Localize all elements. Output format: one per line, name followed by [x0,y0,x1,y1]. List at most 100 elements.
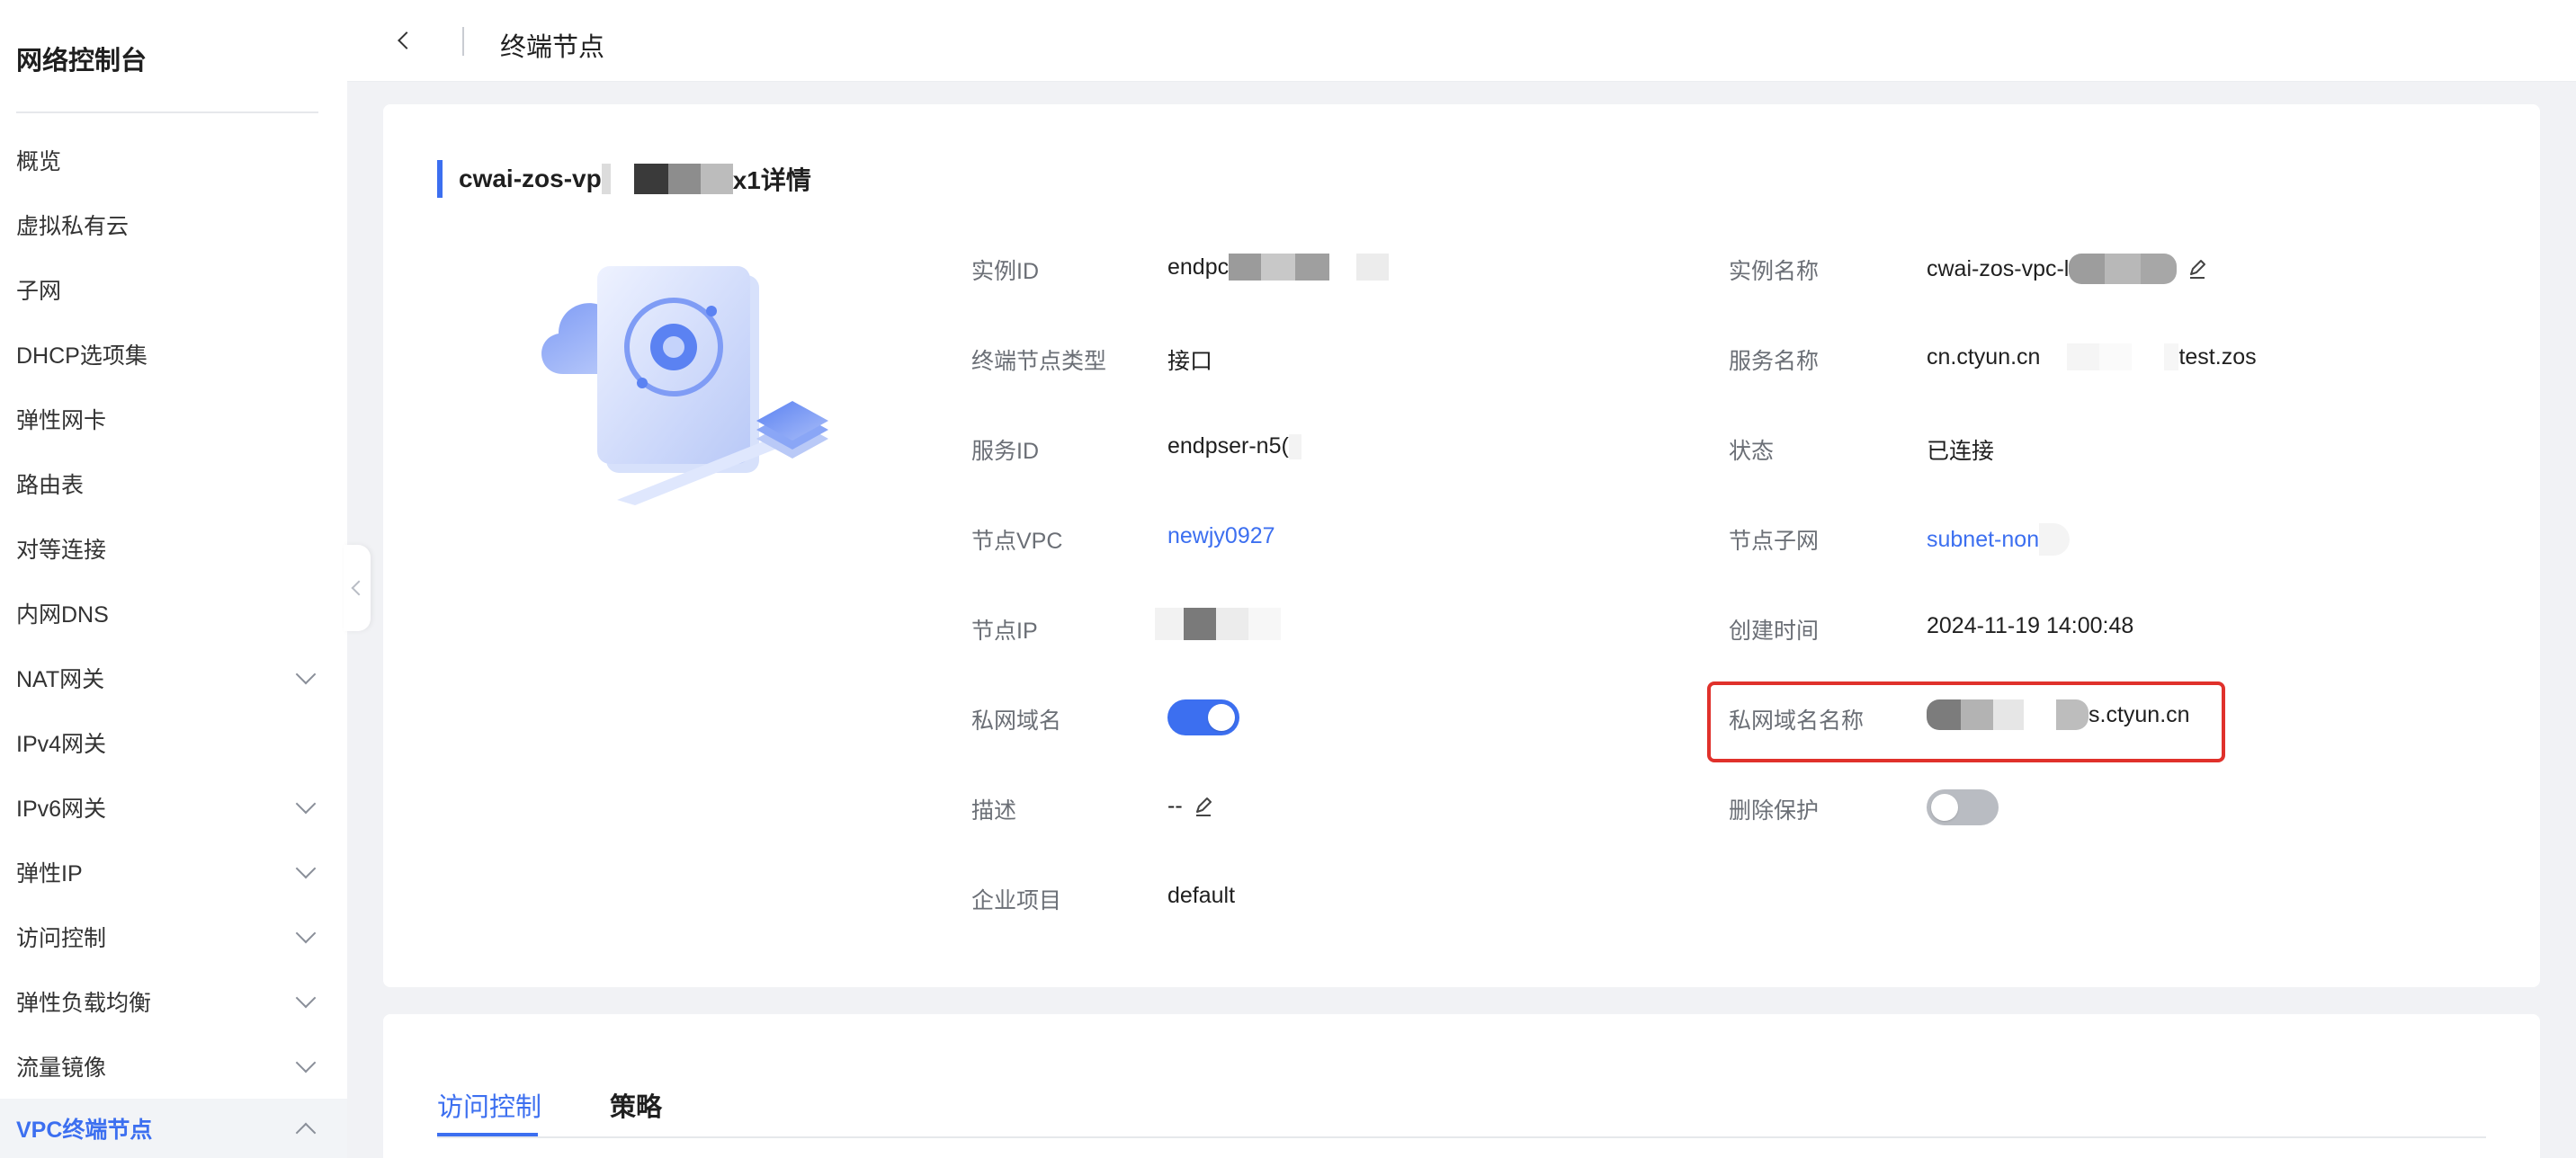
sidebar-item-vpc-endpoint[interactable]: VPC终端节点 [0,1099,347,1158]
sidebar-item-label: 流量镜像 [16,1056,107,1081]
sidebar-item-label: 对等连接 [16,538,107,563]
instance-id-value: endpc [1167,254,1390,281]
description-label: 描述 [971,798,1017,824]
delete-protection-label: 删除保护 [1729,798,1820,824]
header-divider [462,27,464,56]
chevron-left-icon [398,31,416,49]
detail-title-suffix: x1详情 [732,166,811,194]
node-subnet-label: 节点子网 [1729,529,1820,554]
enterprise-project-value: default [1167,883,1236,908]
sidebar-item-label: 路由表 [16,473,85,498]
sidebar-item-label: NAT网关 [16,667,105,692]
status-label: 状态 [1729,439,1775,464]
active-tab-indicator [437,1133,538,1136]
node-subnet-value: subnet-non [1927,523,2071,556]
sidebar-item-private-dns[interactable]: 内网DNS [0,581,347,646]
collapse-arrow-icon [351,580,367,596]
service-name-prefix: cn.ctyun.cn [1927,343,2041,370]
sidebar-item-dhcp[interactable]: DHCP选项集 [0,322,347,387]
node-vpc-link[interactable]: newjy0927 [1167,523,1275,549]
sidebar-item-ipv4-gateway[interactable]: IPv4网关 [0,710,347,775]
tabs-baseline [437,1136,2486,1138]
sidebar-item-label: IPv6网关 [16,797,107,822]
sidebar-item-label: 访问控制 [16,926,107,951]
sidebar-item-label: 内网DNS [16,602,109,628]
endpoint-type-label: 终端节点类型 [971,349,1107,374]
node-vpc-label: 节点VPC [971,529,1063,554]
tabs-card: 访问控制 策略 [383,1014,2540,1158]
sidebar-item-subnet[interactable]: 子网 [0,257,347,322]
description-value: -- [1167,793,1215,819]
console-title: 网络控制台 [16,47,148,76]
sidebar-item-label: IPv4网关 [16,732,107,757]
description-text: -- [1167,793,1183,818]
toggle-knob [1208,704,1235,731]
highlight-annotation-box [1707,681,2225,762]
sidebar-item-ipv6-gateway[interactable]: IPv6网关 [0,775,347,840]
private-dns-toggle[interactable] [1167,699,1239,735]
redacted-mosaic [1229,254,1390,281]
node-subnet-link[interactable]: subnet-non [1927,527,2039,553]
sidebar-item-label: 弹性负载均衡 [16,991,152,1016]
tab-policy[interactable]: 策略 [610,1086,662,1124]
created-at-value: 2024-11-19 14:00:48 [1927,613,2134,638]
chevron-down-icon [295,664,317,685]
redacted-mosaic [601,164,733,194]
sidebar-item-traffic-mirror[interactable]: 流量镜像 [0,1034,347,1099]
service-name-suffix: test.zos [2178,343,2257,370]
service-id-label: 服务ID [971,439,1040,464]
redacted-mosaic [1155,608,1281,640]
private-dns-label: 私网域名 [971,708,1062,734]
sidebar-item-label: 子网 [16,279,62,304]
sidebar-item-label: 弹性网卡 [16,408,107,433]
back-button[interactable] [390,27,417,54]
sidebar-divider [16,111,318,113]
title-accent-bar [437,160,443,198]
sidebar-item-label: 弹性IP [16,861,83,886]
detail-title: cwai-zos-vp x1详情 [437,160,811,198]
sidebar-item-label: 虚拟私有云 [16,214,130,239]
chevron-down-icon [295,922,317,944]
sidebar-item-access-control[interactable]: 访问控制 [0,904,347,969]
sidebar-item-label: 概览 [16,149,62,174]
enterprise-project-label: 企业项目 [971,888,1062,913]
sidebar-item-nat-gateway[interactable]: NAT网关 [0,646,347,710]
sidebar-item-elb[interactable]: 弹性负载均衡 [0,969,347,1034]
detail-title-prefix: cwai-zos-vp [459,165,602,192]
created-at-label: 创建时间 [1729,619,1820,644]
node-ip-label: 节点IP [971,619,1038,644]
sidebar-item-eni[interactable]: 弹性网卡 [0,387,347,451]
endpoint-type-value: 接口 [1167,349,1213,374]
sidebar-item-overview[interactable]: 概览 [0,128,347,192]
service-id-value: endpser-n5( [1167,433,1301,459]
edit-icon[interactable] [1192,795,1215,818]
redacted-mosaic [2069,254,2178,284]
node-ip-value [1155,608,1281,640]
sidebar-item-peering[interactable]: 对等连接 [0,516,347,581]
sidebar-item-vpc[interactable]: 虚拟私有云 [0,192,347,257]
page-title: 终端节点 [500,33,605,62]
redacted-mosaic [1288,433,1301,459]
instance-id-label: 实例ID [971,259,1040,284]
edit-icon[interactable] [2186,257,2209,281]
endpoint-illustration [541,266,828,505]
instance-name-label: 实例名称 [1729,259,1820,284]
page-header: 终端节点 [347,0,2576,81]
tab-access-control[interactable]: 访问控制 [437,1086,541,1124]
status-value: 已连接 [1927,439,1995,464]
detail-card: cwai-zos-vp x1详情 实例ID endpc 终端节点类型 接口 服务… [383,104,2540,987]
sidebar-item-eip[interactable]: 弹性IP [0,840,347,904]
instance-name-value: cwai-zos-vpc-l [1927,254,2209,284]
sidebar-item-route-table[interactable]: 路由表 [0,451,347,516]
redacted-mosaic [2040,343,2179,370]
instance-id-text: endpc [1167,254,1230,280]
service-id-text: endpser-n5( [1167,433,1289,459]
service-name-value: cn.ctyun.cn test.zos [1927,343,2257,370]
chevron-down-icon [295,987,317,1009]
toggle-knob [1931,794,1958,821]
delete-protection-toggle[interactable] [1927,789,1999,825]
redacted-mosaic [2039,523,2071,556]
service-name-label: 服务名称 [1729,349,1820,374]
sidebar-collapse-button[interactable] [344,545,371,631]
sidebar: 网络控制台 概览 虚拟私有云 子网 DHCP选项集 弹性网卡 路由表 对等连接 … [0,0,347,1158]
